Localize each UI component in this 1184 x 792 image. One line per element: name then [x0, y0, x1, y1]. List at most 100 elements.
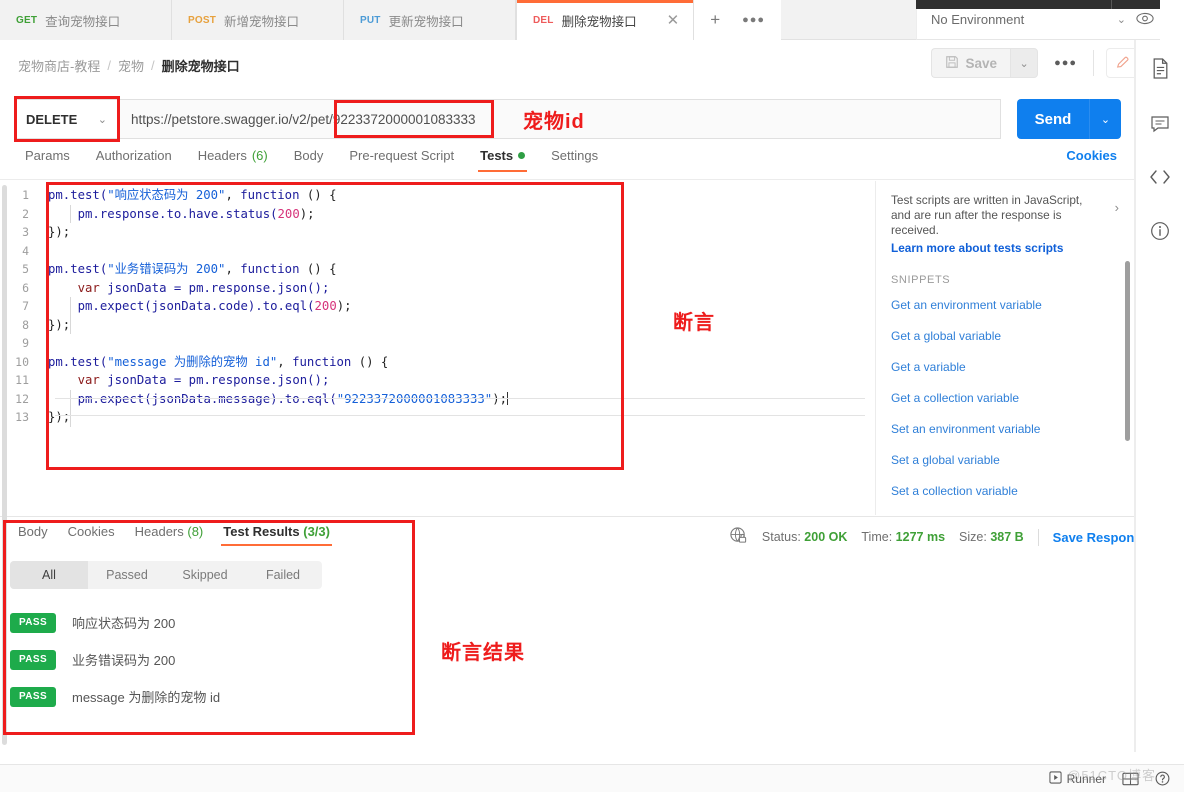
request-tab-0[interactable]: GET 查询宠物接口: [0, 0, 172, 40]
snippet-item[interactable]: Get a variable: [891, 352, 1119, 383]
response-tab-headers[interactable]: Headers (8): [125, 524, 214, 546]
snippet-item[interactable]: Set an environment variable: [891, 414, 1119, 445]
eye-icon[interactable]: [1136, 12, 1154, 28]
snippet-item[interactable]: Clear an environment variable: [891, 507, 1119, 515]
tab-label: Headers: [134, 524, 184, 539]
code-text: });: [48, 317, 71, 332]
code-lines[interactable]: 1 pm.test("响应状态码为 200", function () {2 pm…: [0, 186, 875, 426]
cookies-link[interactable]: Cookies: [1066, 148, 1117, 163]
code-line[interactable]: 5 pm.test("业务错误码为 200", function () {: [0, 260, 875, 279]
chevron-down-icon[interactable]: ⌄: [1107, 13, 1136, 26]
http-method-select[interactable]: DELETE ⌄: [14, 99, 118, 139]
code-line[interactable]: 2 pm.response.to.have.status(200);: [0, 205, 875, 224]
tab-pre-request-script[interactable]: Pre-request Script: [336, 148, 467, 172]
response-tab-cookies[interactable]: Cookies: [58, 524, 125, 546]
left-scrollbar-thumb[interactable]: [2, 185, 7, 745]
code-text: pm.expect(jsonData.code).to.eql(200);: [48, 299, 352, 313]
divider: [1037, 528, 1039, 546]
document-icon[interactable]: [1151, 58, 1170, 79]
snippet-item[interactable]: Get a global variable: [891, 321, 1119, 352]
layout-toggle-icon[interactable]: [1122, 772, 1139, 786]
send-button[interactable]: Send: [1017, 99, 1089, 139]
divider: [1093, 50, 1094, 76]
send-options-caret[interactable]: ⌄: [1089, 99, 1121, 139]
code-line[interactable]: 4: [0, 242, 875, 261]
indent-guide: [70, 297, 71, 334]
help-icon[interactable]: [1155, 771, 1170, 786]
code-line[interactable]: 6 var jsonData = pm.response.json();: [0, 279, 875, 298]
size-label-group: Size: 387 B: [959, 530, 1024, 544]
status-badge: PASS: [10, 686, 56, 707]
request-url-prefix: https://petstore.swagger.io/v2/pet: [131, 111, 330, 127]
info-icon[interactable]: [1150, 221, 1170, 241]
tab-method-badge: DEL: [533, 14, 554, 26]
code-text: pm.test("响应状态码为 200", function () {: [48, 188, 337, 202]
request-section-tabs: Params Authorization Headers (6) Body Pr…: [0, 148, 1135, 180]
breadcrumb-item-collection[interactable]: 宠物商店-教程: [18, 56, 100, 75]
code-line[interactable]: 7 pm.expect(jsonData.code).to.eql(200);: [0, 297, 875, 316]
tab-tests[interactable]: Tests: [467, 148, 538, 172]
filter-all[interactable]: All: [10, 561, 88, 589]
chevron-down-icon: ⌄: [97, 113, 107, 126]
tab-settings[interactable]: Settings: [538, 148, 611, 172]
response-tab-test-results[interactable]: Test Results (3/3): [213, 524, 340, 546]
globe-lock-icon: [729, 526, 748, 548]
request-tab-2[interactable]: PUT 更新宠物接口: [344, 0, 516, 40]
code-text: pm.test("message 为删除的宠物 id", function ()…: [48, 354, 389, 369]
tab-authorization[interactable]: Authorization: [83, 148, 185, 172]
snippet-item[interactable]: Set a collection variable: [891, 476, 1119, 507]
request-tab-3-active[interactable]: DEL 删除宠物接口 ✕: [516, 0, 695, 40]
learn-more-link[interactable]: Learn more about tests scripts: [891, 241, 1119, 255]
code-line[interactable]: 11 var jsonData = pm.response.json();: [0, 371, 875, 390]
tab-label: Test Results: [223, 524, 300, 539]
tab-body[interactable]: Body: [281, 148, 337, 172]
chevron-right-icon[interactable]: ›: [1115, 200, 1119, 215]
code-text: var jsonData = pm.response.json();: [77, 280, 330, 295]
filter-failed[interactable]: Failed: [244, 561, 322, 589]
tab-headers[interactable]: Headers (6): [185, 148, 281, 172]
code-text: var jsonData = pm.response.json();: [77, 373, 330, 387]
runner-button[interactable]: Runner: [1049, 770, 1106, 787]
comment-icon[interactable]: [1150, 115, 1170, 133]
tab-label: Pre-request Script: [349, 148, 455, 163]
request-more-icon[interactable]: ●●●: [1038, 57, 1093, 69]
tab-method-badge: POST: [188, 14, 217, 26]
close-icon[interactable]: ✕: [645, 13, 680, 28]
snippets-scrollbar-thumb[interactable]: [1125, 261, 1130, 441]
size-value: 387 B: [990, 530, 1024, 544]
snippet-item[interactable]: Set a global variable: [891, 445, 1119, 476]
test-results-count: (3/3): [303, 524, 330, 539]
snippet-item[interactable]: Get an environment variable: [891, 290, 1119, 321]
test-result-filters: All Passed Skipped Failed: [10, 561, 322, 589]
snippets-list: Get an environment variable Get a global …: [891, 290, 1119, 515]
tests-script-editor[interactable]: 1 pm.test("响应状态码为 200", function () {2 pm…: [0, 181, 876, 515]
headers-count: (6): [251, 148, 268, 163]
save-options-caret[interactable]: ⌄: [1010, 48, 1039, 78]
breadcrumb-item-folder[interactable]: 宠物: [118, 56, 144, 75]
add-tab-icon[interactable]: +: [710, 10, 720, 30]
status-badge: PASS: [10, 649, 56, 670]
response-tab-body[interactable]: Body: [8, 524, 58, 546]
tab-label: Body: [293, 148, 324, 163]
code-icon[interactable]: [1149, 169, 1171, 185]
tab-params[interactable]: Params: [12, 148, 83, 172]
size-label: Size:: [959, 530, 987, 544]
test-result-row: PASS message 为删除的宠物 id: [10, 678, 410, 715]
test-result-label: 响应状态码为 200: [72, 616, 176, 631]
tab-more-icon[interactable]: ●●●: [742, 14, 765, 26]
time-label: Time:: [861, 530, 893, 544]
code-line[interactable]: 8});: [0, 316, 875, 335]
snippets-heading: SNIPPETS: [891, 274, 951, 286]
save-button[interactable]: Save: [930, 48, 1011, 78]
code-line[interactable]: 1 pm.test("响应状态码为 200", function () {: [0, 186, 875, 205]
code-line[interactable]: 3});: [0, 223, 875, 242]
code-line[interactable]: 10 pm.test("message 为删除的宠物 id", function …: [0, 353, 875, 372]
request-tab-1[interactable]: POST 新增宠物接口: [172, 0, 344, 40]
code-line[interactable]: 9: [0, 334, 875, 353]
filter-skipped[interactable]: Skipped: [166, 561, 244, 589]
indent-guide: [70, 205, 71, 223]
code-text: pm.test("业务错误码为 200", function () {: [48, 262, 337, 276]
snippet-item[interactable]: Get a collection variable: [891, 383, 1119, 414]
filter-passed[interactable]: Passed: [88, 561, 166, 589]
breadcrumb-separator: /: [150, 58, 155, 73]
